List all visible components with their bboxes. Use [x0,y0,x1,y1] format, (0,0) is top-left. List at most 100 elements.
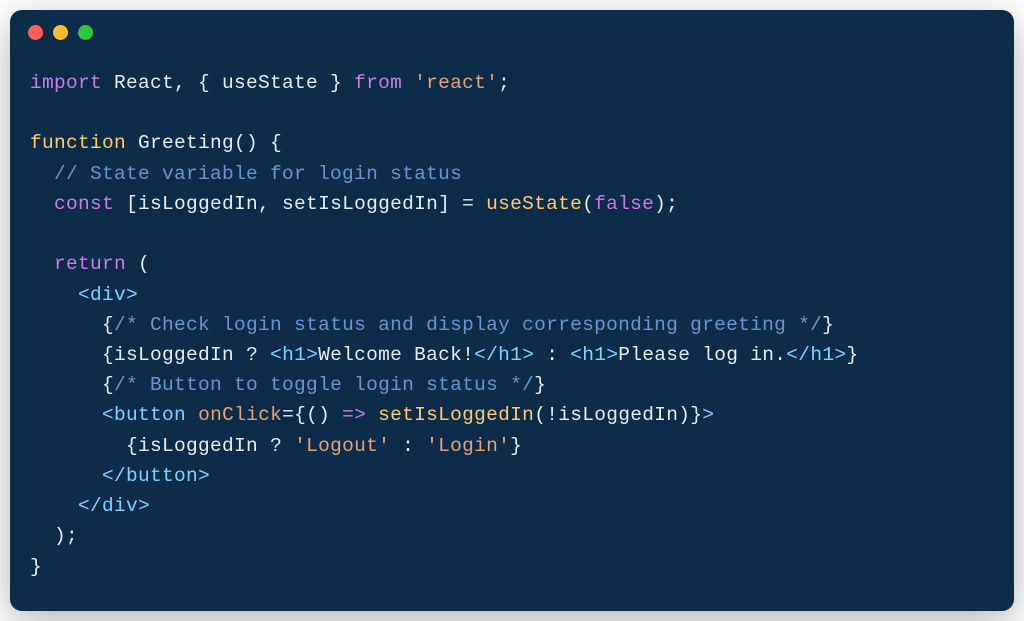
string-literal: 'react' [414,72,498,94]
string-literal: 'Logout' [294,435,390,457]
tag-h1: h1 [282,344,306,366]
tag-div: div [102,495,138,517]
ternary: ? [246,344,270,366]
jsx-text: Please log in. [618,344,786,366]
jsx-comment: /* Button to toggle login status */ [114,374,534,396]
identifier: isLoggedIn [138,435,270,457]
tag-bracket: </ [78,495,102,517]
code-line: return ( [30,249,994,279]
indent [30,284,78,306]
tag-bracket: < [570,344,582,366]
window-title-bar [10,10,1014,54]
code-line: <div> [30,280,994,310]
indent [30,435,126,457]
space [366,404,378,426]
semicolon: ; [498,72,510,94]
code-line: </button> [30,461,994,491]
paren: ) [678,404,690,426]
brace: { [294,404,306,426]
tag-bracket: > [198,465,210,487]
colon: : [534,344,570,366]
tag-bracket: > [702,404,714,426]
close-window-button[interactable] [28,25,43,40]
brace: } [822,314,834,336]
code-line: </div> [30,491,994,521]
brace: } [690,404,702,426]
tag-h1: h1 [582,344,606,366]
code-line-blank [30,98,994,128]
identifier: isLoggedIn [114,344,246,366]
tag-bracket: > [306,344,318,366]
indent [30,495,78,517]
ternary: ? [270,435,294,457]
tag-bracket: < [78,284,90,306]
space [186,404,198,426]
tag-bracket: > [138,495,150,517]
code-line: function Greeting() { [30,128,994,158]
brace: { [102,314,114,336]
setter-call: setIsLoggedIn [378,404,534,426]
tag-div: div [90,284,126,306]
keyword-from: from [354,72,402,94]
tag-button: button [114,404,186,426]
tag-bracket: < [270,344,282,366]
brace: } [846,344,858,366]
code-content: import React, { useState } from 'react';… [10,54,1014,596]
keyword-return: return [54,253,126,275]
tag-bracket: > [126,284,138,306]
indent [30,314,102,336]
tag-h1: h1 [498,344,522,366]
indent [30,253,54,275]
tag-bracket: > [834,344,846,366]
equals: = [282,404,294,426]
destructure: [isLoggedIn, setIsLoggedIn] = [114,193,486,215]
arrow-op: => [342,404,366,426]
indent [30,404,102,426]
code-line: const [isLoggedIn, setIsLoggedIn] = useS… [30,189,994,219]
indent [30,344,102,366]
code-line: } [30,552,994,582]
code-line: import React, { useState } from 'react'; [30,68,994,98]
brace: } [30,556,42,578]
jsx-text: Welcome Back! [318,344,474,366]
brace: { [126,435,138,457]
code-line: {/* Check login status and display corre… [30,310,994,340]
code-line: {/* Button to toggle login status */} [30,370,994,400]
paren: ( [582,193,594,215]
keyword-const: const [54,193,114,215]
colon: : [390,435,426,457]
brace: } [510,435,522,457]
code-editor-window: import React, { useState } from 'react';… [10,10,1014,611]
tag-bracket: < [102,404,114,426]
code-line: {isLoggedIn ? <h1>Welcome Back!</h1> : <… [30,340,994,370]
usestate-call: useState [486,193,582,215]
arrow-params: () [306,404,342,426]
import-identifiers: React, { useState } [102,72,354,94]
paren: ( [126,253,150,275]
code-line: <button onClick={() => setIsLoggedIn(!is… [30,400,994,430]
keyword-import: import [30,72,102,94]
string-literal: 'Login' [426,435,510,457]
brace: { [102,344,114,366]
comment: // State variable for login status [54,163,462,185]
identifier: isLoggedIn [558,404,678,426]
attribute-onclick: onClick [198,404,282,426]
keyword-function: function [30,132,126,154]
paren: ( [534,404,546,426]
space [402,72,414,94]
tag-bracket: > [606,344,618,366]
brace: { [102,374,114,396]
code-line: ); [30,521,994,551]
bang: ! [546,404,558,426]
paren: ); [54,525,78,547]
tag-bracket: </ [474,344,498,366]
code-line: {isLoggedIn ? 'Logout' : 'Login'} [30,431,994,461]
function-name: Greeting [126,132,234,154]
jsx-comment: /* Check login status and display corres… [114,314,822,336]
tag-bracket: </ [102,465,126,487]
maximize-window-button[interactable] [78,25,93,40]
tag-button: button [126,465,198,487]
indent [30,193,54,215]
tag-h1: h1 [810,344,834,366]
minimize-window-button[interactable] [53,25,68,40]
